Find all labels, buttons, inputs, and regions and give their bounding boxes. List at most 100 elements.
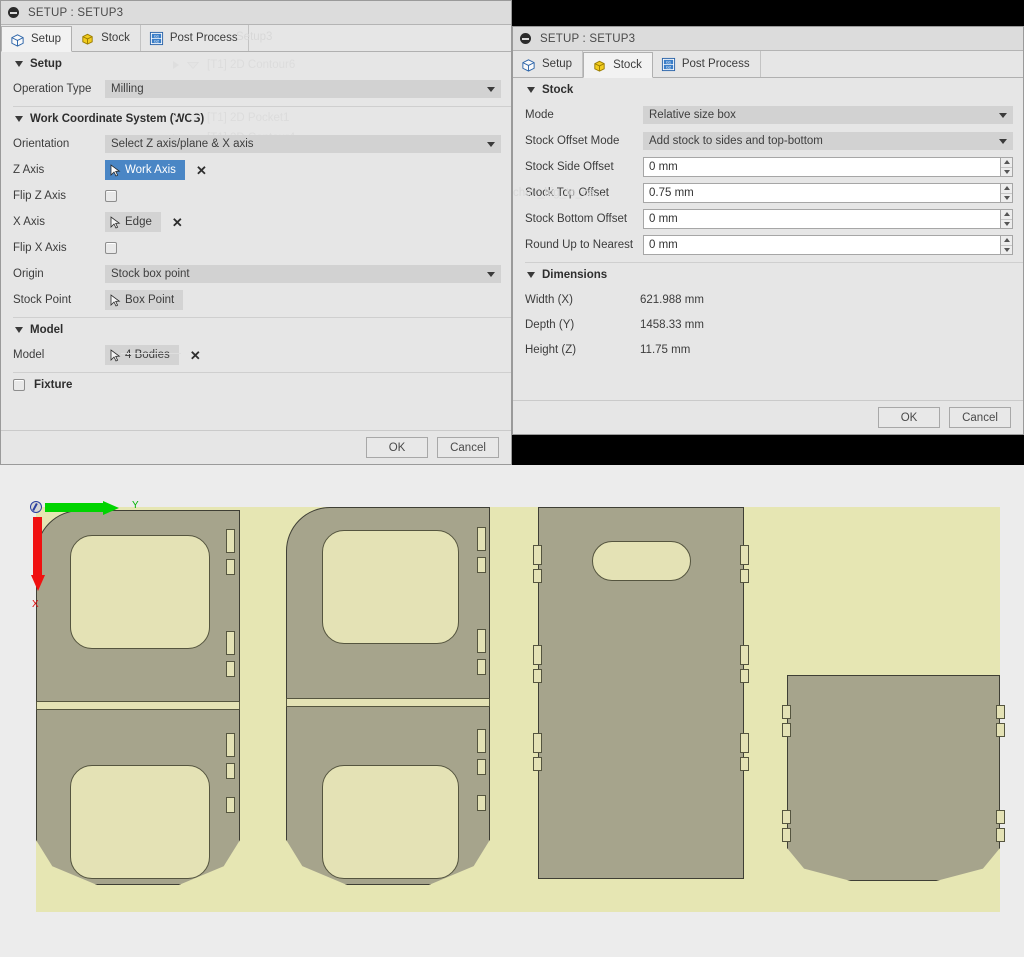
mode-label: Mode	[525, 109, 554, 121]
x-axis-label: X Axis	[13, 216, 45, 228]
mode-select[interactable]: Relative size box	[643, 106, 1013, 124]
part-3-edge-tab-right	[740, 645, 749, 665]
round-up-to-nearest-label: Round Up to Nearest	[525, 239, 634, 251]
part-1-slot-band	[36, 701, 240, 710]
z-axis-select-button[interactable]: Work Axis	[105, 160, 185, 180]
flip-z-axis-checkbox[interactable]	[105, 190, 117, 202]
stock-top-offset-input[interactable]	[643, 183, 1000, 203]
depth-value: 1458.33 mm	[640, 318, 704, 331]
x-axis-select-button[interactable]: Edge	[105, 212, 161, 232]
ok-button[interactable]: OK	[366, 437, 428, 458]
part-2-window-upper	[322, 530, 459, 644]
tab-setup[interactable]: Setup	[513, 51, 584, 77]
stock-top-offset-field[interactable]	[643, 183, 1013, 203]
stepper-down-icon[interactable]	[1001, 246, 1012, 255]
part-4-edge-tab-left	[782, 810, 791, 824]
chevron-down-icon	[15, 327, 23, 333]
section-title-dimensions: Dimensions	[542, 269, 608, 281]
part-2-slot-band	[286, 698, 490, 707]
clear-z-axis-icon[interactable]: ✕	[195, 164, 208, 177]
fixture-checkbox[interactable]	[13, 379, 25, 391]
part-4-edge-tab-right	[996, 705, 1005, 719]
row-operation-type: Operation Type Milling	[1, 76, 511, 102]
z-axis-value: Work Axis	[125, 164, 176, 176]
cancel-button[interactable]: Cancel	[949, 407, 1011, 428]
round-up-to-nearest-field[interactable]	[643, 235, 1013, 255]
dimension-row-width: Width (X) 621.988 mm	[513, 287, 1023, 312]
round-up-to-nearest-stepper[interactable]	[1000, 235, 1013, 255]
mode-value: Relative size box	[649, 109, 736, 121]
height-value: 11.75 mm	[640, 343, 691, 356]
dimension-row-depth: Depth (Y) 1458.33 mm	[513, 312, 1023, 337]
stepper-up-icon[interactable]	[1001, 158, 1012, 168]
flip-x-axis-label: Flip X Axis	[13, 242, 67, 254]
stock-offset-mode-select[interactable]: Add stock to sides and top-bottom	[643, 132, 1013, 150]
part-4-edge-tab-left	[782, 705, 791, 719]
chevron-down-icon	[527, 272, 535, 278]
tab-setup-label: Setup	[542, 58, 573, 70]
stock-top-offset-stepper[interactable]	[1000, 183, 1013, 203]
part-body-4[interactable]	[787, 675, 1000, 881]
width-label: Width (X)	[525, 293, 573, 306]
left-panel-tabbar: Setup Stock G1 G2 Post Process	[1, 25, 511, 52]
cursor-arrow-icon	[110, 163, 121, 177]
tab-post-process[interactable]: G1 G2 Post Process	[141, 25, 249, 51]
width-value: 621.988 mm	[640, 293, 704, 306]
tab-stock[interactable]: Stock	[583, 52, 653, 78]
right-panel-tabbar: Setup Stock G1 G2 Post Process	[513, 51, 1023, 78]
section-header-stock[interactable]: Stock	[513, 78, 1023, 102]
stock-point-value: Box Point	[125, 294, 175, 306]
section-title-stock: Stock	[542, 84, 574, 96]
stock-bottom-offset-stepper[interactable]	[1000, 209, 1013, 229]
clear-x-axis-icon[interactable]: ✕	[171, 216, 184, 229]
part-1-edge-tab	[226, 733, 235, 757]
cursor-arrow-icon	[110, 293, 121, 307]
stock-top-offset-label: Stock Top Offset	[525, 187, 609, 199]
round-up-to-nearest-input[interactable]	[643, 235, 1000, 255]
stock-bottom-offset-field[interactable]	[643, 209, 1013, 229]
stock-side-offset-stepper[interactable]	[1000, 157, 1013, 177]
stock-side-offset-field[interactable]	[643, 157, 1013, 177]
flip-z-axis-label: Flip Z Axis	[13, 190, 67, 202]
stepper-up-icon[interactable]	[1001, 184, 1012, 194]
ok-button[interactable]: OK	[878, 407, 940, 428]
row-flip-z-axis: Flip Z Axis	[1, 183, 511, 209]
origin-select[interactable]: Stock box point	[105, 265, 501, 283]
stock-side-offset-input[interactable]	[643, 157, 1000, 177]
stock-offset-mode-value: Add stock to sides and top-bottom	[649, 135, 823, 147]
stepper-up-icon[interactable]	[1001, 210, 1012, 220]
clear-model-icon[interactable]: ✕	[189, 349, 202, 362]
stepper-up-icon[interactable]	[1001, 236, 1012, 246]
chevron-down-icon	[487, 272, 495, 277]
cancel-button[interactable]: Cancel	[437, 437, 499, 458]
section-header-fixture[interactable]: Fixture	[1, 373, 511, 397]
collapse-circle-icon[interactable]	[520, 33, 531, 44]
stepper-down-icon[interactable]	[1001, 194, 1012, 203]
tab-post-process[interactable]: G1 G2 Post Process	[653, 51, 761, 77]
tab-stock[interactable]: Stock	[72, 25, 141, 51]
tab-setup-label: Setup	[31, 33, 62, 45]
flip-x-axis-checkbox[interactable]	[105, 242, 117, 254]
left-panel-title: SETUP : SETUP3	[28, 6, 124, 19]
stock-bottom-offset-input[interactable]	[643, 209, 1000, 229]
3d-viewport[interactable]: Y X	[0, 465, 1024, 957]
setup-box-icon	[522, 58, 535, 72]
collapse-circle-icon[interactable]	[8, 7, 19, 18]
stepper-down-icon[interactable]	[1001, 168, 1012, 177]
model-select-button[interactable]: 4 Bodies	[105, 345, 179, 365]
section-header-model[interactable]: Model	[1, 318, 511, 342]
tab-setup[interactable]: Setup	[1, 26, 73, 52]
part-4-edge-tab-right	[996, 723, 1005, 737]
origin-value: Stock box point	[111, 268, 190, 280]
part-4-edge-tab-left	[782, 828, 791, 842]
operation-type-select[interactable]: Milling	[105, 80, 501, 98]
part-3-edge-tab-right	[740, 669, 749, 683]
ghost-operation-row: [T1] 2D Contour6	[173, 58, 295, 72]
section-header-dimensions[interactable]: Dimensions	[513, 263, 1023, 287]
stock-point-select-button[interactable]: Box Point	[105, 290, 184, 310]
operation-type-label: Operation Type	[13, 83, 92, 95]
row-round-up-to-nearest: Round Up to Nearest	[513, 232, 1023, 258]
orientation-select[interactable]: Select Z axis/plane & X axis	[105, 135, 501, 153]
stepper-down-icon[interactable]	[1001, 220, 1012, 229]
height-label: Height (Z)	[525, 343, 577, 356]
